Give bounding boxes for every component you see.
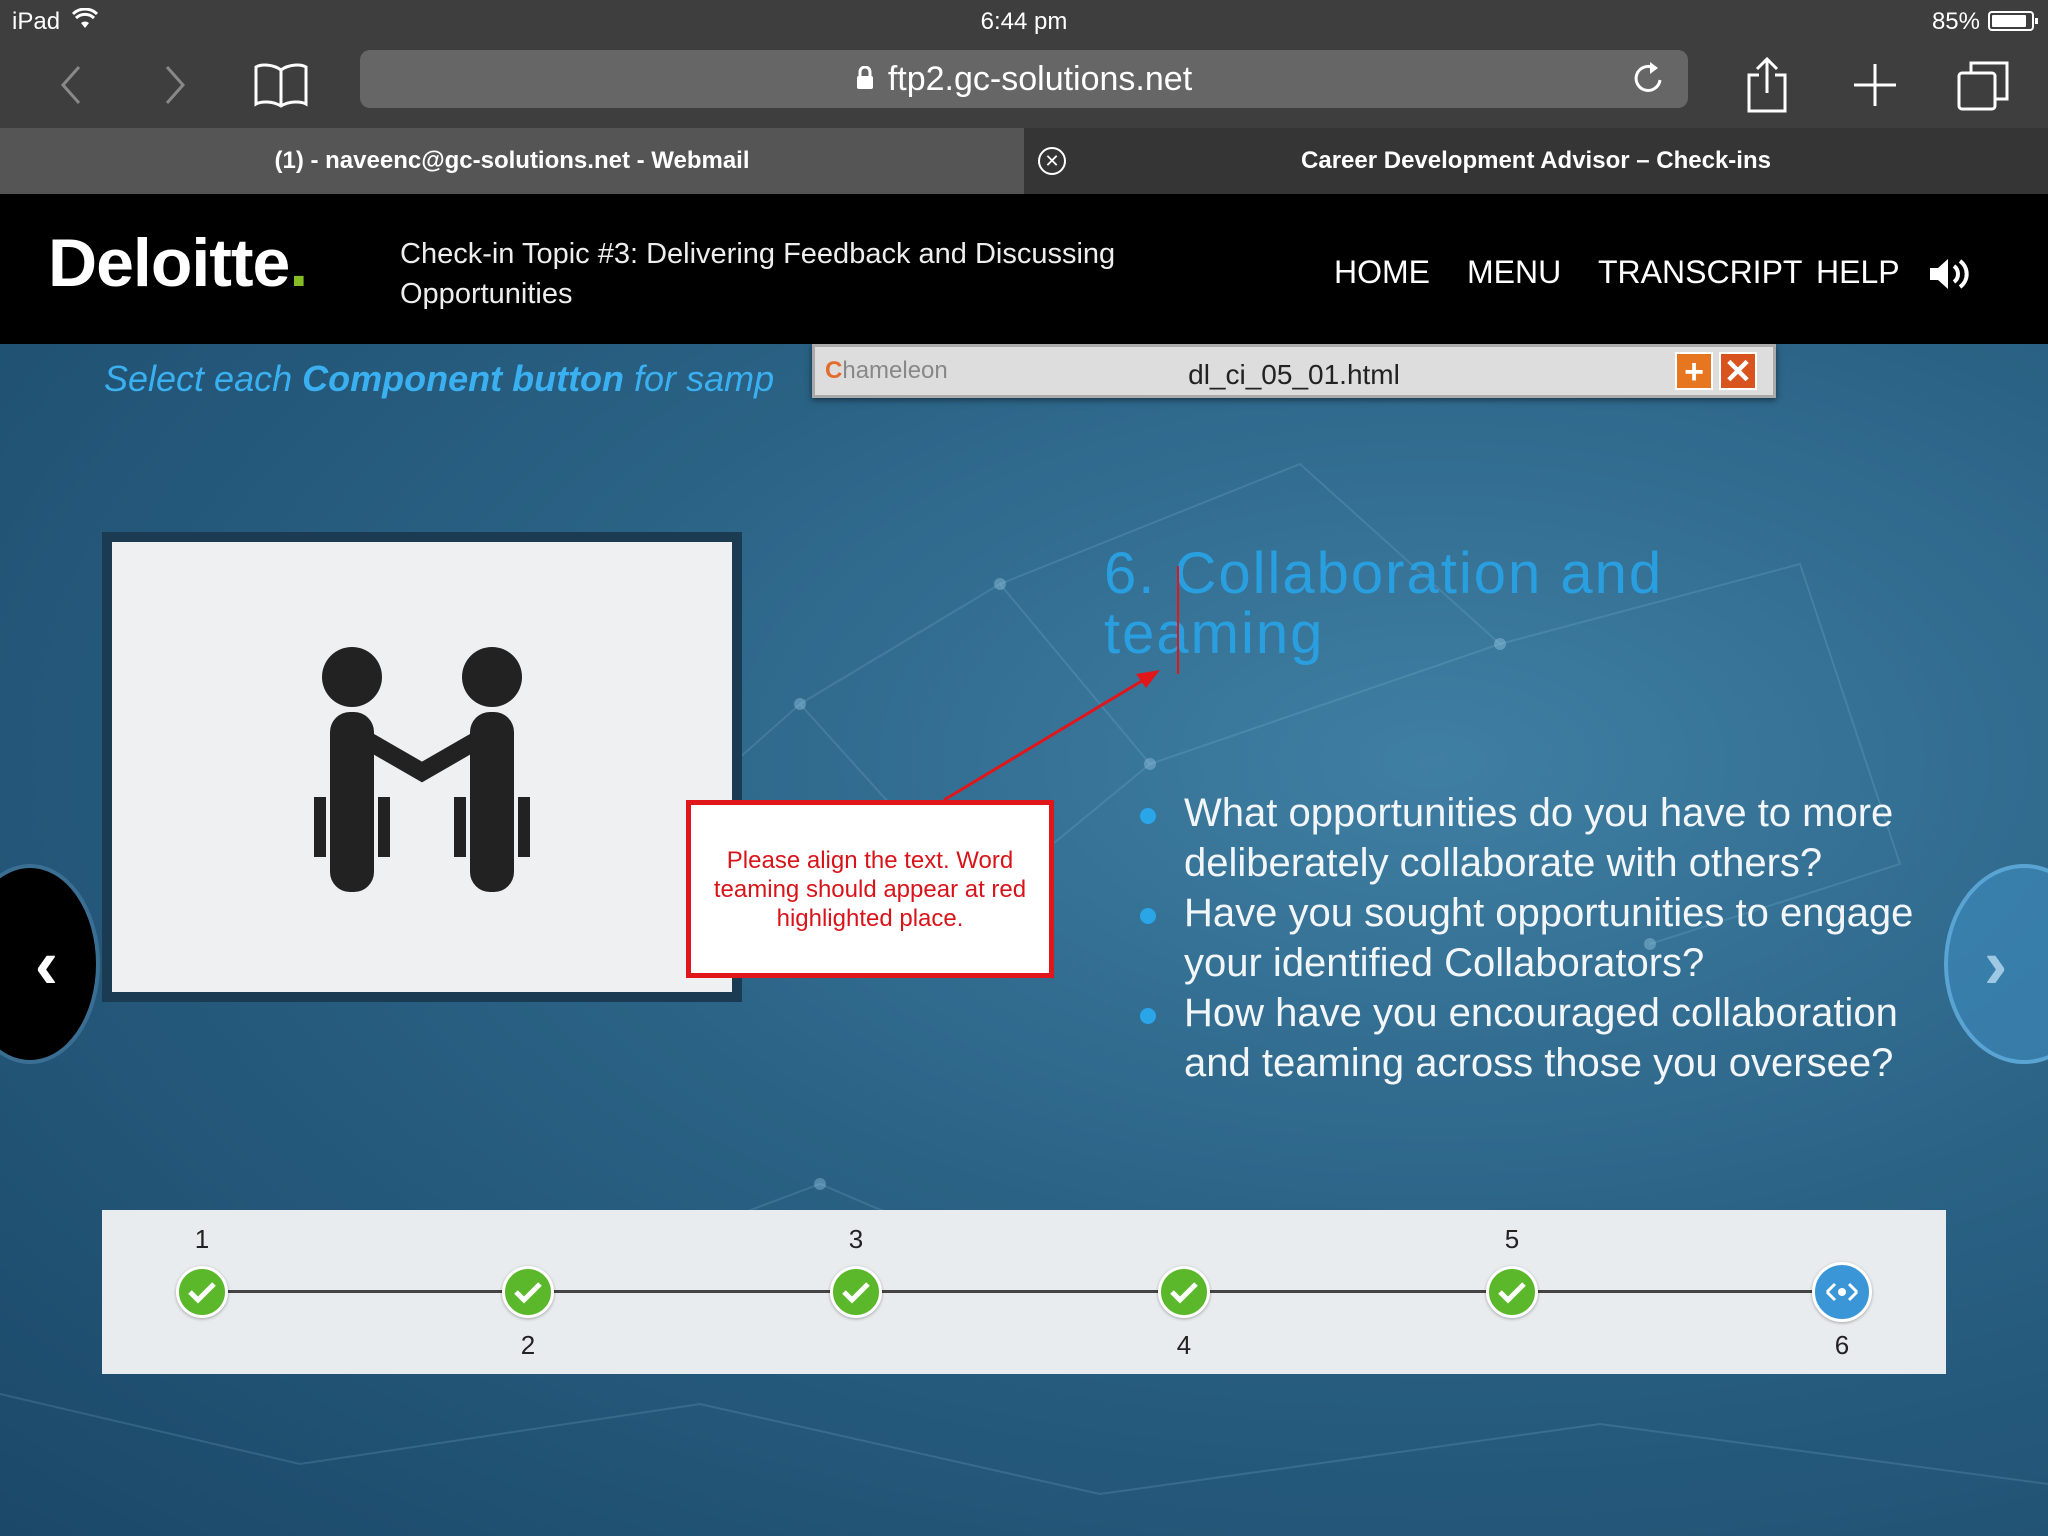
tab-label: (1) - naveenc@gc-solutions.net - Webmail xyxy=(274,147,750,174)
battery-percent: 85% xyxy=(1931,8,1980,35)
new-tab-button[interactable] xyxy=(1840,50,1910,120)
slide-content: Select each Component button for samp Ch… xyxy=(0,344,2048,1536)
bookmarks-button[interactable] xyxy=(246,50,316,120)
handshake-icon xyxy=(314,647,530,892)
share-button[interactable] xyxy=(1732,50,1802,120)
tab-career-development[interactable]: ✕ Career Development Advisor – Check-ins xyxy=(1024,128,2048,194)
chevron-left-icon: ‹ xyxy=(34,925,58,1003)
check-icon xyxy=(514,1282,542,1304)
progress-line xyxy=(202,1290,1846,1293)
eye-icon xyxy=(1825,1282,1859,1302)
step-label: 5 xyxy=(1504,1224,1520,1254)
status-bar: iPad 6:44 pm 85% xyxy=(0,0,2048,42)
deloitte-logo: Deloitte. xyxy=(48,225,308,301)
check-icon xyxy=(1170,1282,1198,1304)
nav-home[interactable]: HOME xyxy=(1334,254,1430,291)
nav-transcript[interactable]: TRANSCRIPT xyxy=(1598,254,1802,291)
step-label: 2 xyxy=(520,1330,536,1360)
add-comment-button[interactable]: + xyxy=(1675,352,1713,390)
step-label: 6 xyxy=(1834,1330,1850,1360)
check-icon xyxy=(842,1282,870,1304)
check-icon xyxy=(1498,1282,1526,1304)
progress-tracker: 1 2 3 4 5 6 xyxy=(102,1210,1946,1374)
collaboration-image xyxy=(102,532,742,1002)
step-label: 3 xyxy=(848,1224,864,1254)
instruction-text: Select each Component button for samp xyxy=(104,358,775,399)
step-5-button[interactable] xyxy=(1486,1266,1538,1318)
tab-label: Career Development Advisor – Check-ins xyxy=(1301,147,1771,174)
back-button[interactable] xyxy=(36,50,106,120)
step-1-button[interactable] xyxy=(176,1266,228,1318)
speaker-icon[interactable] xyxy=(1928,256,1972,297)
address-bar[interactable]: ftp2.gc-solutions.net xyxy=(360,50,1688,108)
step-2-button[interactable] xyxy=(502,1266,554,1318)
chameleon-toolbar: Chameleon dl_ci_05_01.html + ✕ xyxy=(812,344,1776,398)
step-label: 4 xyxy=(1176,1330,1192,1360)
nav-help[interactable]: HELP xyxy=(1816,254,1900,291)
tabs-overview-button[interactable] xyxy=(1948,50,2018,120)
forward-button[interactable] xyxy=(140,50,210,120)
battery-icon xyxy=(1988,11,2038,31)
chevron-right-icon: › xyxy=(1984,925,2008,1003)
nav-menu[interactable]: MENU xyxy=(1467,254,1561,291)
question-list: What opportunities do you have to more d… xyxy=(1140,788,1940,1088)
list-item: Have you sought opportunities to engage … xyxy=(1140,888,1940,988)
step-6-button[interactable] xyxy=(1812,1262,1872,1322)
step-label: 1 xyxy=(194,1224,210,1254)
browser-toolbar: ftp2.gc-solutions.net xyxy=(0,42,2048,128)
course-header: Deloitte. Check-in Topic #3: Delivering … xyxy=(0,194,2048,344)
list-item: What opportunities do you have to more d… xyxy=(1140,788,1940,888)
chameleon-filename: dl_ci_05_01.html xyxy=(1188,359,1400,390)
url-text: ftp2.gc-solutions.net xyxy=(887,59,1193,98)
reload-icon[interactable] xyxy=(1632,60,1666,105)
step-4-button[interactable] xyxy=(1158,1266,1210,1318)
review-annotation: Please align the text. Word teaming shou… xyxy=(686,800,1054,978)
tab-bar: (1) - naveenc@gc-solutions.net - Webmail… xyxy=(0,128,2048,194)
topic-heading: 6. Collaboration and teaming xyxy=(1104,541,1664,666)
close-button[interactable]: ✕ xyxy=(1719,352,1757,390)
status-time: 6:44 pm xyxy=(980,8,1068,35)
step-3-button[interactable] xyxy=(830,1266,882,1318)
course-title: Check-in Topic #3: Delivering Feedback a… xyxy=(400,238,1116,310)
check-icon xyxy=(188,1282,216,1304)
list-item: How have you encouraged collaboration an… xyxy=(1140,988,1940,1088)
lock-icon xyxy=(856,60,874,99)
tab-webmail[interactable]: (1) - naveenc@gc-solutions.net - Webmail xyxy=(0,128,1024,194)
close-tab-icon[interactable]: ✕ xyxy=(1038,147,1066,175)
